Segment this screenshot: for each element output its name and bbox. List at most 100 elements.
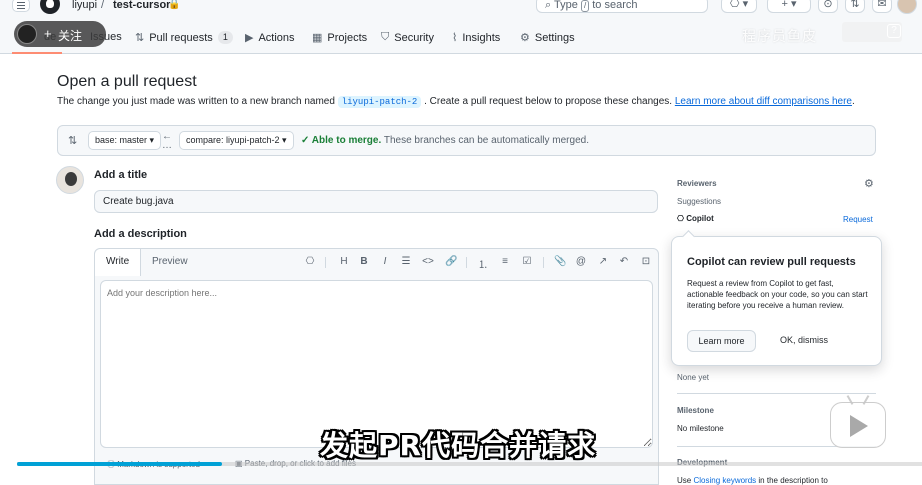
breadcrumb-owner[interactable]: liyupi bbox=[72, 0, 97, 11]
quote-icon[interactable]: ☰ bbox=[400, 256, 412, 267]
copilot-icon: ⎔ bbox=[677, 214, 684, 223]
follow-plus-icon: + bbox=[44, 26, 52, 41]
description-label: Add a description bbox=[94, 228, 187, 240]
merge-status: ✓ Able to merge. These branches can be a… bbox=[301, 135, 589, 146]
bilibili-tv-icon bbox=[830, 395, 886, 448]
help-icon[interactable]: ? bbox=[887, 24, 901, 38]
search-suffix: to search bbox=[592, 0, 638, 11]
arrow-left-icon: ←… bbox=[162, 131, 172, 151]
tab-pull-requests[interactable]: ⇅ Pull requests 1 bbox=[135, 31, 233, 44]
search-input[interactable]: ⌕ Type / to search bbox=[536, 0, 708, 13]
table-icon: ▦ bbox=[312, 32, 323, 44]
tab-settings-label: Settings bbox=[534, 31, 575, 44]
tab-security[interactable]: ⛉ Security bbox=[381, 31, 434, 44]
page-title: Open a pull request bbox=[57, 73, 197, 90]
learn-more-button[interactable]: Learn more bbox=[687, 330, 756, 352]
copilot-icon[interactable]: ⎔ bbox=[304, 256, 316, 267]
none-yet-text: None yet bbox=[677, 373, 710, 382]
toolbar-divider bbox=[466, 257, 467, 268]
bold-icon[interactable]: B bbox=[358, 256, 370, 267]
search-shortcut-key: / bbox=[580, 0, 590, 12]
merge-ok-text: These branches can be automatically merg… bbox=[383, 135, 589, 146]
desc-after: . Create a pull request below to propose… bbox=[424, 96, 673, 107]
create-new-button[interactable]: + ▾ bbox=[767, 0, 811, 13]
copilot-reviewer: ⎔ Copilot bbox=[677, 214, 714, 223]
uploader-avatar bbox=[17, 24, 37, 44]
copilot-label: Copilot bbox=[686, 214, 714, 223]
tab-actions-label: Actions bbox=[258, 31, 295, 44]
code-icon[interactable]: <> bbox=[422, 256, 434, 267]
mention-icon[interactable]: @ bbox=[575, 256, 587, 267]
cross-reference-icon[interactable]: ↗ bbox=[597, 256, 609, 267]
tab-settings[interactable]: ⚙ Settings bbox=[520, 31, 575, 45]
heading-icon[interactable]: H bbox=[338, 256, 350, 267]
milestone-heading[interactable]: Milestone bbox=[677, 406, 714, 415]
tab-insights-label: Insights bbox=[462, 31, 501, 44]
compare-bar: ⇅ base: master ▾ ←… compare: liyupi-patc… bbox=[57, 125, 876, 156]
pull-request-icon: ⇅ bbox=[135, 32, 145, 44]
tab-preview[interactable]: Preview bbox=[141, 249, 199, 275]
dismiss-button[interactable]: OK, dismiss bbox=[772, 330, 836, 352]
menu-button[interactable] bbox=[12, 0, 30, 12]
compare-branch-select[interactable]: compare: liyupi-patch-2 ▾ bbox=[179, 131, 294, 150]
merge-ok-label: ✓ Able to merge. bbox=[301, 135, 382, 146]
title-input[interactable] bbox=[94, 190, 658, 213]
github-logo-icon[interactable] bbox=[40, 0, 60, 14]
closing-keywords-link[interactable]: Closing keywords bbox=[693, 476, 756, 485]
follow-button[interactable]: + 关注 bbox=[14, 21, 106, 47]
development-after: in the description to bbox=[758, 476, 828, 485]
title-label: Add a title bbox=[94, 169, 148, 181]
diff-comparisons-link[interactable]: Learn more about diff comparisons here bbox=[675, 96, 852, 107]
reply-icon[interactable]: ↶ bbox=[618, 256, 630, 267]
branch-name: liyupi-patch-2 bbox=[337, 96, 422, 108]
base-branch-select[interactable]: base: master ▾ bbox=[88, 131, 162, 150]
pull-requests-counter: 1 bbox=[217, 31, 233, 44]
copilot-menu-button[interactable]: ⎔ ▾ bbox=[721, 0, 757, 13]
search-icon: ⌕ bbox=[545, 0, 552, 11]
paperclip-icon[interactable]: 📎 bbox=[554, 256, 566, 267]
video-progress-bar[interactable] bbox=[17, 462, 922, 466]
user-avatar[interactable] bbox=[897, 0, 917, 14]
ordered-list-icon[interactable]: ⒈ bbox=[477, 256, 489, 271]
no-milestone-text: No milestone bbox=[677, 424, 724, 433]
issues-icon[interactable]: ⊙ bbox=[818, 0, 838, 13]
unordered-list-icon[interactable]: ≡ bbox=[499, 256, 511, 267]
pull-requests-icon[interactable]: ⇅ bbox=[845, 0, 865, 13]
inbox-icon[interactable]: ✉ bbox=[872, 0, 892, 13]
page-description: The change you just made was written to … bbox=[57, 96, 855, 108]
link-icon[interactable]: 🔗 bbox=[445, 256, 457, 267]
suggestions-label: Suggestions bbox=[677, 197, 722, 206]
task-list-icon[interactable]: ☑ bbox=[521, 256, 533, 267]
desc-end: . bbox=[851, 96, 855, 107]
tab-actions[interactable]: ▶ Actions bbox=[245, 31, 295, 45]
fullscreen-icon[interactable]: ⊡ bbox=[640, 256, 652, 267]
toolbar-divider bbox=[543, 257, 544, 268]
request-review-link[interactable]: Request bbox=[843, 215, 873, 224]
shield-icon: ⛉ bbox=[381, 31, 390, 43]
tab-projects[interactable]: ▦ Projects bbox=[312, 31, 367, 45]
tab-security-label: Security bbox=[394, 31, 434, 44]
active-tab-underline bbox=[12, 52, 62, 54]
breadcrumb-separator: / bbox=[101, 0, 105, 11]
video-subtitle: 发起PR代码合并请求 bbox=[320, 429, 597, 462]
play-icon: ▶ bbox=[245, 32, 254, 44]
tab-write[interactable]: Write bbox=[95, 249, 142, 276]
video-progress-fill bbox=[17, 462, 223, 466]
breadcrumb-repo[interactable]: test-cursor bbox=[113, 0, 170, 11]
reviewers-gear-icon[interactable]: ⚙ bbox=[864, 177, 874, 190]
italic-icon[interactable]: I bbox=[379, 256, 391, 267]
search-prefix: Type bbox=[554, 0, 578, 11]
sidebar-divider bbox=[677, 393, 876, 394]
copilot-review-popover: Copilot can review pull requests Request… bbox=[671, 236, 882, 366]
compare-icon: ⇅ bbox=[68, 135, 78, 147]
graph-icon: ⌇ bbox=[452, 32, 458, 44]
watermark-text: 程序员鱼皮 bbox=[742, 28, 817, 44]
author-avatar bbox=[56, 166, 84, 194]
reviewers-heading[interactable]: Reviewers bbox=[677, 179, 717, 188]
tab-insights[interactable]: ⌇ Insights bbox=[452, 31, 501, 45]
gear-icon: ⚙ bbox=[520, 32, 530, 44]
lock-icon: 🔒 bbox=[168, 0, 181, 10]
follow-label: 关注 bbox=[58, 29, 83, 43]
development-before: Use bbox=[677, 476, 692, 485]
description-textarea[interactable] bbox=[100, 280, 653, 448]
